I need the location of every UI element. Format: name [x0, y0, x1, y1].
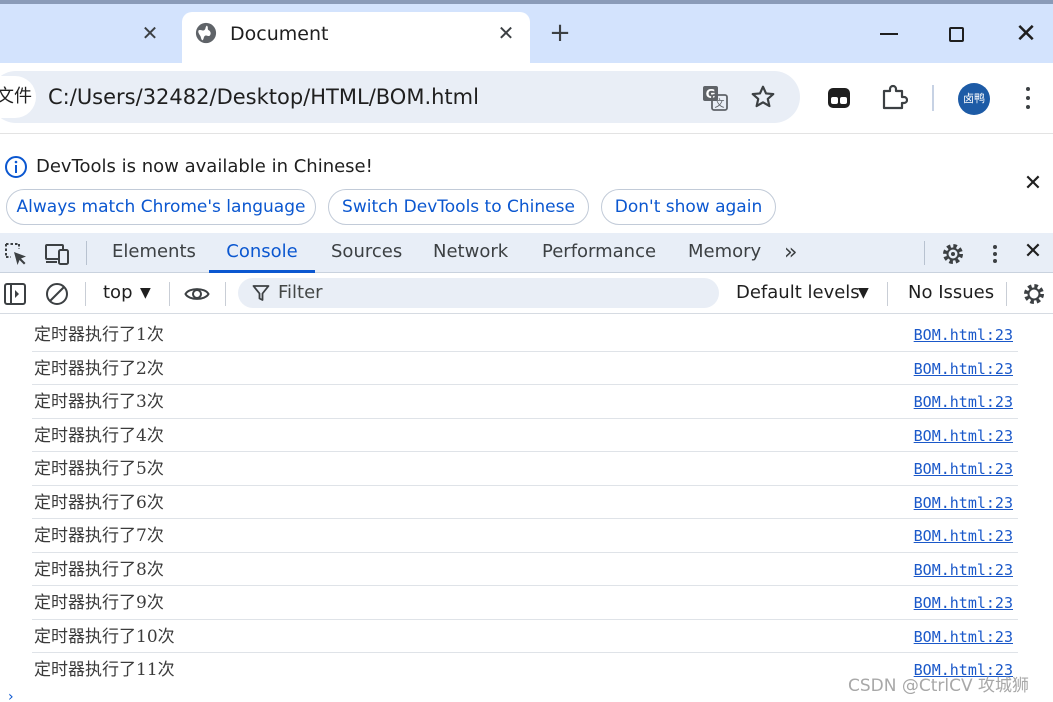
tab-network[interactable]: Network — [430, 233, 511, 273]
console-message-text: 定时器执行了7次 — [34, 526, 164, 546]
console-message: 定时器执行了5次 BOM.html:23 — [32, 452, 1018, 486]
address-bar[interactable]: 文件 C:/Users/32482/Desktop/HTML/BOM.html … — [0, 71, 800, 123]
console-message-text: 定时器执行了5次 — [34, 459, 164, 479]
tab-console[interactable]: Console — [209, 233, 315, 273]
sidebar-icon[interactable] — [2, 281, 28, 307]
tab-performance[interactable]: Performance — [539, 233, 659, 273]
toolbar-divider — [225, 282, 226, 306]
address-url[interactable]: C:/Users/32482/Desktop/HTML/BOM.html — [48, 84, 479, 110]
star-icon[interactable] — [750, 84, 776, 110]
toolbar-divider — [85, 282, 86, 306]
console-message-text: 定时器执行了6次 — [34, 492, 164, 513]
console-source-link[interactable]: BOM.html:23 — [914, 625, 1013, 649]
translate-icon[interactable]: G 文 — [702, 85, 728, 111]
console-message-text: 定时器执行了10次 — [34, 626, 175, 647]
filter-input[interactable] — [278, 278, 698, 308]
extension-icon[interactable] — [826, 85, 852, 111]
console-source-link[interactable]: BOM.html:23 — [914, 457, 1013, 481]
console-source-link[interactable]: BOM.html:23 — [914, 558, 1013, 582]
console-message-text: 定时器执行了9次 — [34, 593, 164, 613]
console-message-text: 定时器执行了3次 — [34, 392, 164, 412]
console-message: 定时器执行了6次 BOM.html:23 — [32, 486, 1018, 519]
more-menu-icon[interactable] — [1018, 83, 1038, 113]
tab-sources[interactable]: Sources — [328, 233, 405, 273]
address-scheme-chip[interactable]: 文件 — [0, 76, 36, 118]
console-message-text: 定时器执行了4次 — [34, 425, 164, 446]
console-source-link[interactable]: BOM.html:23 — [914, 591, 1013, 615]
console-message: 定时器执行了7次 BOM.html:23 — [32, 519, 1018, 553]
toolbar-divider — [887, 282, 888, 306]
toolbar-divider — [169, 282, 170, 306]
watermark: CSDN @CtrlCV 攻城狮 — [848, 676, 1030, 696]
console-source-link[interactable]: BOM.html:23 — [914, 524, 1013, 548]
eye-icon[interactable] — [184, 281, 210, 307]
console-prompt[interactable]: › — [8, 690, 14, 702]
console-message: 定时器执行了9次 BOM.html:23 — [32, 586, 1018, 620]
tab-strip: ✕ Document ✕ + ✕ — [0, 0, 1053, 63]
toolbar-divider — [932, 85, 934, 111]
infobar-close-icon[interactable]: ✕ — [1022, 172, 1044, 196]
info-icon — [5, 156, 27, 178]
filter-box[interactable] — [238, 278, 719, 308]
tab-title: Document — [230, 23, 329, 45]
previous-tab-close-icon[interactable]: ✕ — [140, 22, 160, 44]
browser-toolbar: 文件 C:/Users/32482/Desktop/HTML/BOM.html … — [0, 63, 1053, 133]
console-message-text: 定时器执行了8次 — [34, 559, 164, 580]
console-message-text: 定时器执行了2次 — [34, 358, 164, 379]
profile-avatar[interactable]: 卤鸭 — [958, 83, 990, 115]
gear-icon[interactable] — [1021, 281, 1047, 307]
tab-close-icon[interactable]: ✕ — [496, 22, 516, 44]
tab-memory[interactable]: Memory — [685, 233, 764, 273]
puzzle-icon[interactable] — [880, 83, 908, 111]
console-message: 定时器执行了2次 BOM.html:23 — [32, 352, 1018, 385]
dont-show-again-button[interactable]: Don't show again — [601, 189, 776, 225]
toolbar-divider — [1006, 282, 1007, 306]
gear-icon[interactable] — [940, 241, 966, 267]
console-message-text: 定时器执行了1次 — [34, 325, 164, 345]
new-tab-button[interactable]: + — [548, 20, 572, 46]
console-source-link[interactable]: BOM.html:23 — [914, 323, 1013, 347]
chevron-down-icon[interactable]: ▼ — [858, 281, 869, 305]
tab-document[interactable]: Document ✕ — [182, 12, 530, 63]
tabbar-divider — [924, 241, 925, 265]
devtools-more-icon[interactable] — [982, 241, 1008, 267]
console-source-link[interactable]: BOM.html:23 — [914, 390, 1013, 414]
svg-text:文: 文 — [715, 97, 725, 110]
tab-elements[interactable]: Elements — [109, 233, 199, 273]
console-message: 定时器执行了1次 BOM.html:23 — [32, 318, 1018, 352]
filter-icon — [252, 285, 270, 301]
always-match-language-button[interactable]: Always match Chrome's language — [6, 189, 316, 225]
maximize-button[interactable] — [949, 27, 964, 42]
globe-icon — [195, 22, 217, 44]
minimize-button[interactable] — [880, 33, 898, 35]
chevron-double-right-icon[interactable]: » — [784, 239, 798, 267]
console-message: 定时器执行了3次 BOM.html:23 — [32, 385, 1018, 419]
devtools-tab-bar: Elements Console Sources Network Perform… — [0, 233, 1053, 273]
console-message: 定时器执行了10次 BOM.html:23 — [32, 620, 1018, 653]
console-message: 定时器执行了4次 BOM.html:23 — [32, 419, 1018, 452]
console-message-text: 定时器执行了11次 — [34, 660, 175, 680]
clear-icon[interactable] — [44, 281, 70, 307]
infobar-message: DevTools is now available in Chinese! — [36, 156, 373, 177]
device-icon[interactable] — [44, 241, 70, 267]
inspect-icon[interactable] — [3, 241, 29, 267]
context-selector[interactable]: top — [103, 281, 133, 305]
chevron-down-icon[interactable]: ▼ — [140, 281, 151, 305]
console-source-link[interactable]: BOM.html:23 — [914, 424, 1013, 448]
console-message: 定时器执行了8次 BOM.html:23 — [32, 553, 1018, 586]
devtools-language-infobar: DevTools is now available in Chinese! Al… — [0, 133, 1053, 233]
window-border — [0, 0, 1053, 4]
issues-counter[interactable]: No Issues — [908, 281, 994, 305]
console-source-link[interactable]: BOM.html:23 — [914, 357, 1013, 381]
window-close-button[interactable]: ✕ — [1013, 20, 1039, 48]
console-source-link[interactable]: BOM.html:23 — [914, 491, 1013, 515]
switch-to-chinese-button[interactable]: Switch DevTools to Chinese — [328, 189, 589, 225]
tabbar-divider — [86, 241, 87, 265]
console-toolbar: top ▼ Default levels ▼ No Issues — [0, 273, 1053, 314]
devtools-close-icon[interactable]: ✕ — [1022, 239, 1044, 265]
log-levels-dropdown[interactable]: Default levels — [736, 281, 860, 305]
